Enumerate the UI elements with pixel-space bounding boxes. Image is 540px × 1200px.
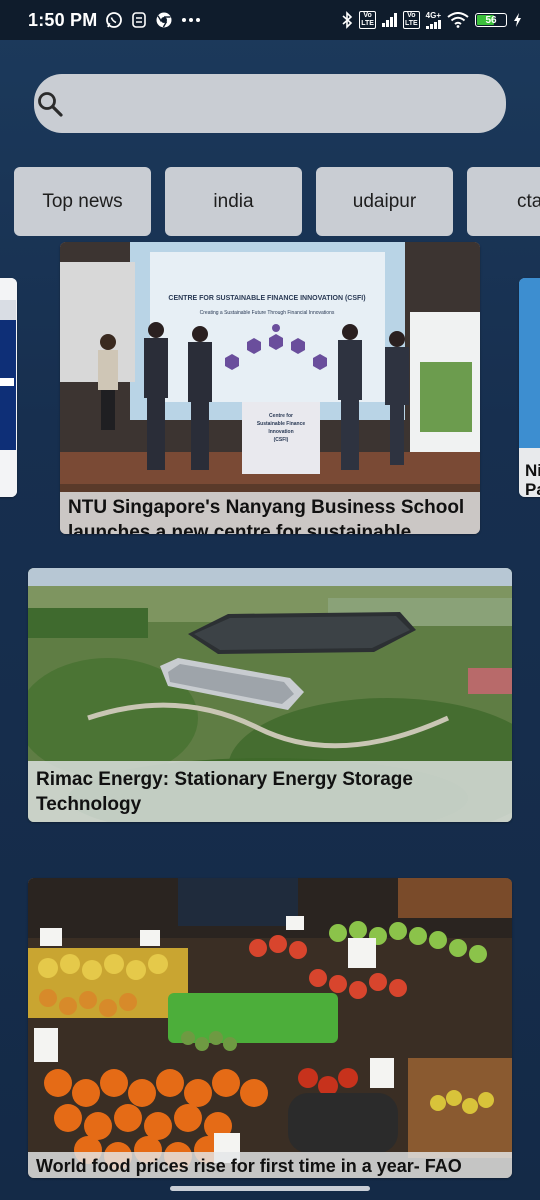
carousel-card-left-peek[interactable]	[0, 278, 17, 497]
topic-chips: Top news india udaipur cta	[14, 167, 540, 236]
more-notifications-icon	[181, 17, 201, 23]
chip-india[interactable]: india	[165, 167, 302, 236]
chip-cta[interactable]: cta	[467, 167, 540, 236]
carousel-card-right-peek[interactable]: Ni Pa	[519, 278, 540, 497]
svg-text:Sustainable Finance: Sustainable Finance	[257, 421, 306, 427]
charging-icon	[513, 13, 522, 27]
article-card-food-prices[interactable]: World food prices rise for first time in…	[28, 878, 512, 1178]
peek-card-title: Ni Pa	[525, 461, 540, 497]
search-bar[interactable]	[34, 74, 506, 133]
status-bar: 1:50 PM Vo LTE Vo LTE 4G+ 56	[0, 0, 540, 40]
featured-card-title: NTU Singapore's Nanyang Business School …	[60, 492, 480, 534]
fruit-market-stall-image	[28, 878, 512, 1178]
article-card-title: Rimac Energy: Stationary Energy Storage …	[28, 761, 512, 822]
wifi-icon	[447, 12, 469, 28]
screen-subheading: Creating a Sustainable Future Through Fi…	[200, 310, 335, 316]
screen-heading: CENTRE FOR SUSTAINABLE FINANCE INNOVATIO…	[168, 295, 365, 302]
article-card-title: World food prices rise for first time in…	[28, 1152, 512, 1178]
signal-icon	[381, 13, 397, 27]
svg-text:(CSFI): (CSFI)	[274, 437, 289, 443]
svg-text:Centre for: Centre for	[269, 413, 293, 419]
carousel-card-featured[interactable]: CENTRE FOR SUSTAINABLE FINANCE INNOVATIO…	[60, 242, 480, 534]
chip-top-news[interactable]: Top news	[14, 167, 151, 236]
chip-udaipur[interactable]: udaipur	[316, 167, 453, 236]
battery-icon: 56	[475, 13, 507, 27]
article-card-rimac[interactable]: Rimac Energy: Stationary Energy Storage …	[28, 568, 512, 822]
search-icon	[36, 90, 64, 123]
product-bottle-image	[0, 278, 17, 497]
signal-4g-icon: 4G+	[426, 11, 441, 29]
status-time: 1:50 PM	[28, 9, 98, 30]
volte-badge: Vo LTE	[359, 11, 376, 29]
gesture-navigation-handle[interactable]	[170, 1186, 370, 1191]
bluetooth-icon	[341, 11, 353, 29]
svg-text:Innovation: Innovation	[268, 429, 293, 435]
csfi-launch-photo: CENTRE FOR SUSTAINABLE FINANCE INNOVATIO…	[60, 242, 480, 534]
volte-badge-2: Vo LTE	[402, 11, 420, 29]
5paisa-icon	[131, 11, 147, 29]
whatsapp-icon	[105, 11, 123, 29]
chrome-icon	[155, 11, 173, 29]
